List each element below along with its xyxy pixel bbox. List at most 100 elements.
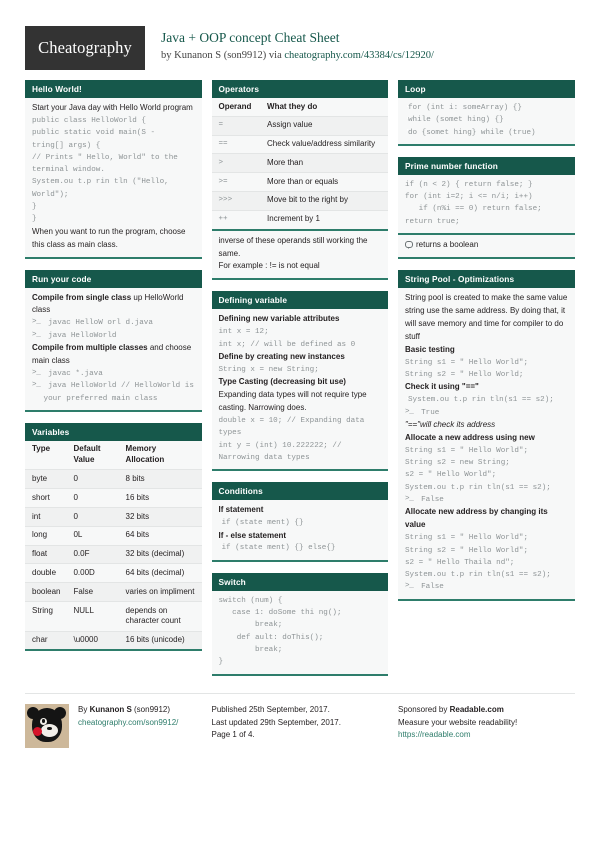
table-cell: short <box>32 492 50 502</box>
card-header-switch: Switch <box>211 572 388 591</box>
table-cell: int <box>32 511 41 521</box>
card-body: switch (num) { case 1: doSome thi ng(); … <box>212 591 389 674</box>
card-header-prime-number-function: Prime number function <box>398 156 575 175</box>
table-cell: \u0000 <box>73 635 98 645</box>
label-strong: If - else statement <box>218 530 287 540</box>
card-line: >_ javac HelloW orl d.java <box>32 317 195 329</box>
masthead: Cheatography Java + OOP concept Cheat Sh… <box>25 0 575 80</box>
table-cell: Assign value <box>267 120 313 130</box>
code-text: String s2 = " Hello World; <box>405 371 524 380</box>
footer-publish-col: Published 25th September, 2017. Last upd… <box>212 704 389 748</box>
card-line: "=="will check its address <box>405 419 568 432</box>
label-strong: Allocate a new address using new <box>405 432 535 442</box>
table-note: inverse of these operands still working … <box>211 228 388 279</box>
card-line: Compile from single class up HelloWorld … <box>32 292 195 318</box>
card-line: System.ou t.p rin tln(s1 == s2); <box>405 569 568 581</box>
table-cell: 64 bits (decimal) <box>125 567 185 577</box>
table-row: long 0L 64 bits <box>25 526 202 546</box>
source-link[interactable]: cheatography.com/43384/cs/12920/ <box>284 50 434 61</box>
footer-sponsor-col: Sponsored by Readable.com Measure your w… <box>398 704 575 748</box>
code-text: javac HelloW orl d.java <box>43 319 153 328</box>
label-text: Defining new variable attributes <box>219 313 382 326</box>
table-cell: More than or equals <box>267 176 339 186</box>
byline-mid: via <box>266 50 285 62</box>
card-line: for (int i: someArray) {} <box>405 102 568 114</box>
card-header-variables: Variables <box>25 422 202 441</box>
card-line: if (n%i == 0) return false; <box>405 203 568 215</box>
table-cell: double <box>32 567 57 577</box>
code-text: java HelloWorld // HelloWorld is your pr… <box>43 382 199 403</box>
card-line: Defining new variable attributes <box>219 313 382 326</box>
logo-text: Cheatography <box>38 38 132 57</box>
card: Hello World! Start your Java day with Hel… <box>25 80 202 259</box>
card: Loop for (int i: someArray) {} while (some… <box>398 80 575 146</box>
code-text: True <box>416 408 440 417</box>
card-line: System.ou t.p rin tln(s1 == s2); <box>405 394 568 406</box>
card-line: System.ou t.p rin tln ("Hello, <box>32 176 195 188</box>
card-line: Allocate a new address using new <box>405 432 568 445</box>
column-header: Type <box>32 444 51 454</box>
table-cell: 16 bits <box>125 492 150 502</box>
footer-sponsor-link[interactable]: https://readable.com <box>398 729 575 742</box>
table-header-row: Operand What they do <box>211 98 388 117</box>
avatar <box>25 703 69 748</box>
card-line: int y = (int) 10.222222; // Narrowing da… <box>219 440 382 465</box>
code-text: public class HelloWorld { <box>32 116 146 125</box>
masthead-titles: Java + OOP concept Cheat Sheet by Kunano… <box>145 26 434 64</box>
code-text: System.ou t.p rin tln(s1 == s2); <box>405 571 551 580</box>
table-row: > More than <box>211 153 388 173</box>
avatar-eye-icon <box>40 717 47 725</box>
footer-sponsor-tagline: Measure your website readability! <box>398 717 518 727</box>
card-line: } <box>32 201 195 213</box>
card-line: >_ java HelloWorld // HelloWorld is your… <box>32 380 195 405</box>
card-body: Compile from single class up HelloWorld … <box>25 288 202 410</box>
card-line: Expanding data types will not require ty… <box>219 389 382 415</box>
footer-author-link[interactable]: cheatography.com/son9912/ <box>78 717 178 730</box>
table-row: double 0.00D 64 bits (decimal) <box>25 563 202 583</box>
card-body: If statement if (state ment) {} If - else … <box>212 500 389 560</box>
table-cell: float <box>32 549 48 559</box>
card-line: do {somet hing} while (true) <box>405 127 568 139</box>
code-text: while (somet hing) {} <box>408 116 504 125</box>
card-line: String pool is created to make the same … <box>405 292 568 344</box>
code-text: String x = new String; <box>218 365 319 374</box>
code-text: String s1 = " Hello World"; <box>405 446 529 455</box>
label-text: Define by creating new instances <box>219 351 382 364</box>
code-text: case 1: doSome thi ng(); <box>218 609 342 618</box>
card: Switch switch (num) { case 1: doSome thi … <box>211 572 389 676</box>
card-line: World"); <box>32 189 195 201</box>
cheatsheet-page: Cheatography Java + OOP concept Cheat Sh… <box>0 0 600 849</box>
data-table: Operand What they do = Assign value == Check … <box>211 98 388 229</box>
table-row: char \u0000 16 bits (unicode) <box>25 631 202 650</box>
footer-published: Published 25th September, 2017. <box>211 704 330 714</box>
label-text: Compile from single class up HelloWorld … <box>32 292 195 318</box>
card-line: If statement <box>219 504 382 517</box>
footer-author-col: By Kunanon S (son9912) cheatography.com/… <box>25 703 202 748</box>
code-text: public static void main(S - <box>32 129 156 138</box>
code-text: String s1 = " Hello World"; <box>405 358 529 367</box>
code-text: if (state ment) {} else{} <box>221 544 336 553</box>
card-line: return true; <box>405 216 568 228</box>
code-text: if (n%i == 0) return false; <box>405 205 542 214</box>
table-cell: NULL <box>73 605 94 615</box>
note-text: returns a boolean <box>416 240 479 250</box>
footer-updated: Last updated 29th September, 2017. <box>211 717 341 727</box>
card-body: for (int i: someArray) {} while (somet hi… <box>398 98 575 144</box>
table-cell: == <box>218 140 228 149</box>
code-text: System.ou t.p rin tln(s1 == s2); <box>405 483 551 492</box>
card-line: case 1: doSome thi ng(); <box>219 607 382 619</box>
code-text: int y = (int) 10.222222; // Narrowing da… <box>218 441 347 462</box>
page-footer: By Kunanon S (son9912) cheatography.com/… <box>25 692 575 748</box>
terminal-prompt-icon: >_ <box>32 368 41 377</box>
card-line: String s2 = new String; <box>405 457 568 469</box>
table-row: >>> Move bit to the right by <box>211 191 388 211</box>
code-text: World"); <box>32 190 69 199</box>
card-line: Allocate new address by changing its val… <box>405 506 568 532</box>
body-text: String pool is created to make the same … <box>405 293 568 341</box>
card-line: } <box>32 213 195 225</box>
card-column-1: Hello World! Start your Java day with Hel… <box>25 80 202 662</box>
cheatography-logo[interactable]: Cheatography <box>25 26 145 70</box>
table-row: ++ Increment by 1 <box>211 210 388 229</box>
terminal-prompt-icon: >_ <box>32 381 41 390</box>
body-text: When you want to run the program, choose… <box>32 226 186 249</box>
